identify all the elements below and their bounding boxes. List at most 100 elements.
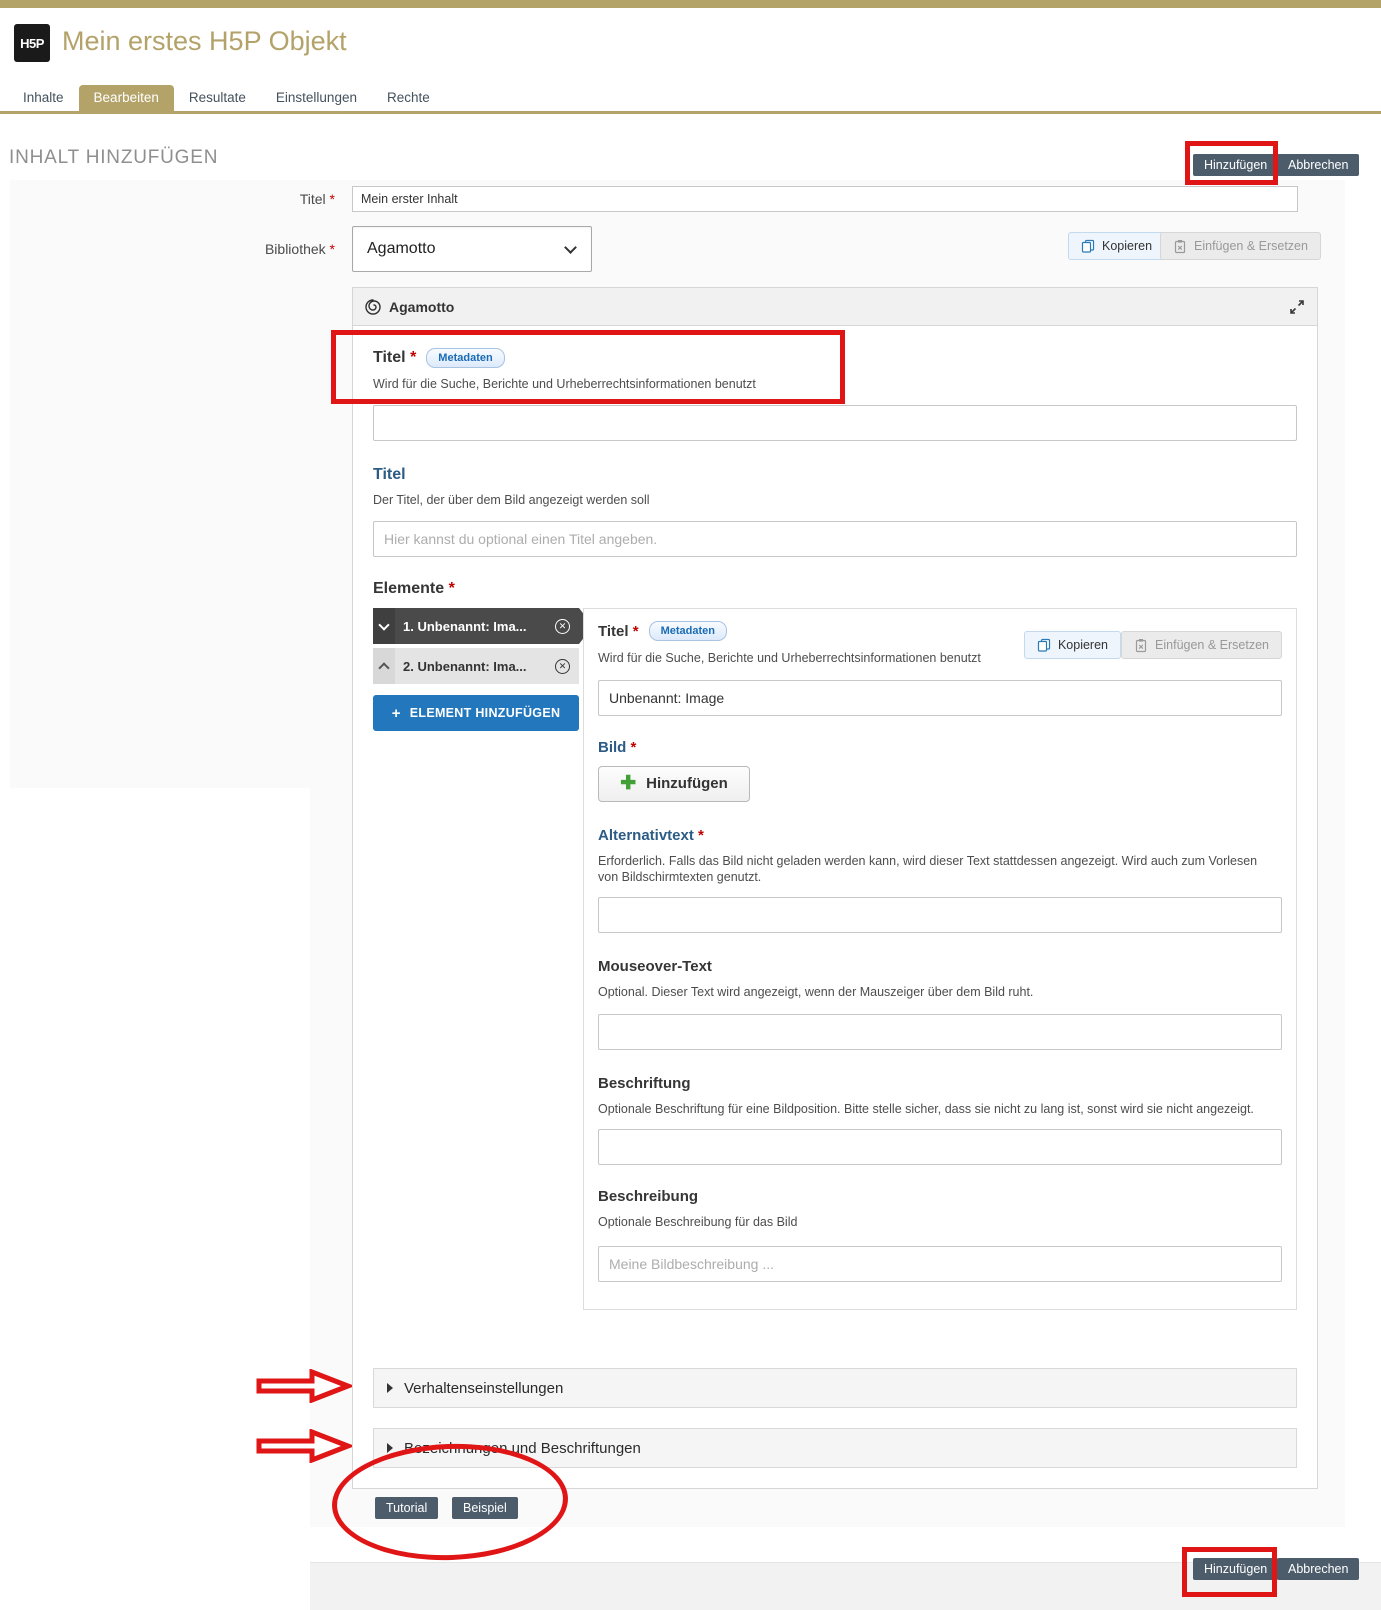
tab-bearbeiten[interactable]: Bearbeiten <box>79 85 174 111</box>
paste-replace-button-top[interactable]: Einfügen & Ersetzen <box>1160 232 1321 260</box>
chevron-up-icon <box>378 662 389 673</box>
remove-element-icon[interactable]: ✕ <box>555 619 570 634</box>
metadata-title-text: Titel <box>373 349 406 366</box>
alt-text-heading: Alternativtext * <box>598 827 1282 844</box>
triangle-right-icon <box>387 1383 393 1393</box>
required-asterisk: * <box>330 241 335 257</box>
library-select[interactable]: Agamotto <box>352 226 592 272</box>
element-metadata-heading: Titel * <box>598 623 639 640</box>
metadata-button[interactable]: Metadaten <box>426 348 504 368</box>
optional-title-input[interactable] <box>373 521 1297 557</box>
image-description-input[interactable] <box>598 1246 1282 1282</box>
alt-text-label: Alternativtext <box>598 827 694 844</box>
agamotto-editor-panel: Agamotto Titel * Metadaten Wird für die … <box>352 287 1318 1489</box>
library-selected-value: Agamotto <box>367 240 435 258</box>
agamotto-panel-body: Titel * Metadaten Wird für die Suche, Be… <box>353 326 1317 1468</box>
tab-bar: Inhalte Bearbeiten Resultate Einstellung… <box>8 85 445 111</box>
chevron-down-icon <box>378 619 389 630</box>
example-button[interactable]: Beispiel <box>452 1497 518 1519</box>
required-asterisk: * <box>633 623 639 640</box>
agamotto-panel-title: Agamotto <box>389 299 454 315</box>
element-list: 1. Unbenannt: Ima... ✕ 2. Unbenannt: Ima… <box>373 608 579 1310</box>
tab-underline <box>0 111 1381 114</box>
required-asterisk: * <box>330 191 335 207</box>
copy-label: Kopieren <box>1102 239 1152 253</box>
required-asterisk: * <box>698 827 704 844</box>
tab-rechte[interactable]: Rechte <box>372 85 445 111</box>
hover-text-input[interactable] <box>598 1014 1282 1050</box>
tab-resultate[interactable]: Resultate <box>174 85 261 111</box>
add-image-label: Hinzufügen <box>646 775 728 792</box>
paste-replace-label: Einfügen & Ersetzen <box>1155 638 1269 652</box>
page-title: Mein erstes H5P Objekt <box>62 26 347 57</box>
h5p-editor-screen: H5P Mein erstes H5P Objekt Inhalte Bearb… <box>0 0 1381 1610</box>
element-item-label: 1. Unbenannt: Ima... <box>395 619 551 634</box>
content-title-input[interactable] <box>352 186 1298 212</box>
hover-text-heading: Mouseover-Text <box>598 958 1282 975</box>
add-element-label: ELEMENT HINZUFÜGEN <box>410 706 561 720</box>
copy-icon <box>1037 638 1051 652</box>
cancel-button-bottom[interactable]: Abbrechen <box>1277 1558 1359 1580</box>
elements-row: 1. Unbenannt: Ima... ✕ 2. Unbenannt: Ima… <box>373 608 1297 1310</box>
paste-icon <box>1134 638 1148 653</box>
element-list-item-1[interactable]: 1. Unbenannt: Ima... ✕ <box>373 608 579 644</box>
image-field-heading: Bild * <box>598 739 1282 756</box>
top-accent-bar <box>0 0 1381 8</box>
elements-heading: Elemente * <box>373 580 1297 598</box>
add-image-button[interactable]: ✚ Hinzufügen <box>598 766 750 802</box>
description-description: Optionale Beschreibung für das Bild <box>598 1215 1278 1231</box>
optional-title-description: Der Titel, der über dem Bild angezeigt w… <box>373 493 1053 509</box>
image-field-label: Bild <box>598 739 626 756</box>
triangle-right-icon <box>387 1443 393 1453</box>
element-title-input[interactable] <box>598 680 1282 716</box>
tab-inhalte[interactable]: Inhalte <box>8 85 79 111</box>
h5p-logo: H5P <box>14 24 50 62</box>
copy-button-top[interactable]: Kopieren <box>1068 232 1165 260</box>
collapse-toggle[interactable] <box>373 648 395 684</box>
add-content-button-top[interactable]: Hinzufügen <box>1193 154 1278 176</box>
copy-label: Kopieren <box>1058 638 1108 652</box>
tab-einstellungen[interactable]: Einstellungen <box>261 85 372 111</box>
hover-text-description: Optional. Dieser Text wird angezeigt, we… <box>598 985 1278 1001</box>
library-label-text: Bibliothek <box>265 241 326 257</box>
metadata-title-input[interactable] <box>373 405 1297 441</box>
required-asterisk: * <box>410 349 416 366</box>
expand-icon[interactable] <box>1289 299 1305 315</box>
content-heading: INHALT HINZUFÜGEN <box>9 147 218 169</box>
chevron-down-icon <box>564 241 577 254</box>
metadata-title-heading: Titel * <box>373 349 416 367</box>
title-label-text: Titel <box>300 191 326 207</box>
accordion-label: Verhaltenseinstellungen <box>404 1380 563 1397</box>
element-metadata-title-text: Titel <box>598 623 629 640</box>
add-element-button[interactable]: + ELEMENT HINZUFÜGEN <box>373 695 579 731</box>
blank-region <box>0 788 310 1610</box>
tutorial-button[interactable]: Tutorial <box>375 1497 438 1519</box>
copy-button-element[interactable]: Kopieren <box>1024 631 1121 659</box>
library-field-label: Bibliothek * <box>150 241 335 257</box>
alt-text-description: Erforderlich. Falls das Bild nicht gelad… <box>598 854 1278 885</box>
element-list-item-2[interactable]: 2. Unbenannt: Ima... ✕ <box>373 648 579 684</box>
metadata-title-group: Titel * Metadaten <box>373 326 1297 368</box>
accordion-behaviour-settings[interactable]: Verhaltenseinstellungen <box>373 1368 1297 1408</box>
metadata-title-description: Wird für die Suche, Berichte und Urheber… <box>373 377 1053 393</box>
cancel-button-top[interactable]: Abbrechen <box>1277 154 1359 176</box>
collapse-toggle[interactable] <box>373 608 395 644</box>
caption-description: Optionale Beschriftung für eine Bildposi… <box>598 1102 1278 1118</box>
elements-heading-text: Elemente <box>373 580 444 597</box>
caption-input[interactable] <box>598 1129 1282 1165</box>
required-asterisk: * <box>449 580 455 597</box>
add-content-button-bottom[interactable]: Hinzufügen <box>1193 1558 1278 1580</box>
caption-heading: Beschriftung <box>598 1075 1282 1092</box>
paste-replace-button-element[interactable]: Einfügen & Ersetzen <box>1121 631 1282 659</box>
plus-icon: + <box>392 705 401 722</box>
plus-icon: ✚ <box>620 774 636 793</box>
metadata-button[interactable]: Metadaten <box>649 621 727 641</box>
alt-text-input[interactable] <box>598 897 1282 933</box>
copy-icon <box>1081 239 1095 253</box>
agamotto-spiral-icon <box>365 299 381 315</box>
title-field-label: Titel * <box>150 191 335 207</box>
element-item-label: 2. Unbenannt: Ima... <box>395 659 551 674</box>
optional-title-heading: Titel <box>373 466 1297 484</box>
accordion-labels-captions[interactable]: Bezeichnungen und Beschriftungen <box>373 1428 1297 1468</box>
remove-element-icon[interactable]: ✕ <box>555 659 570 674</box>
